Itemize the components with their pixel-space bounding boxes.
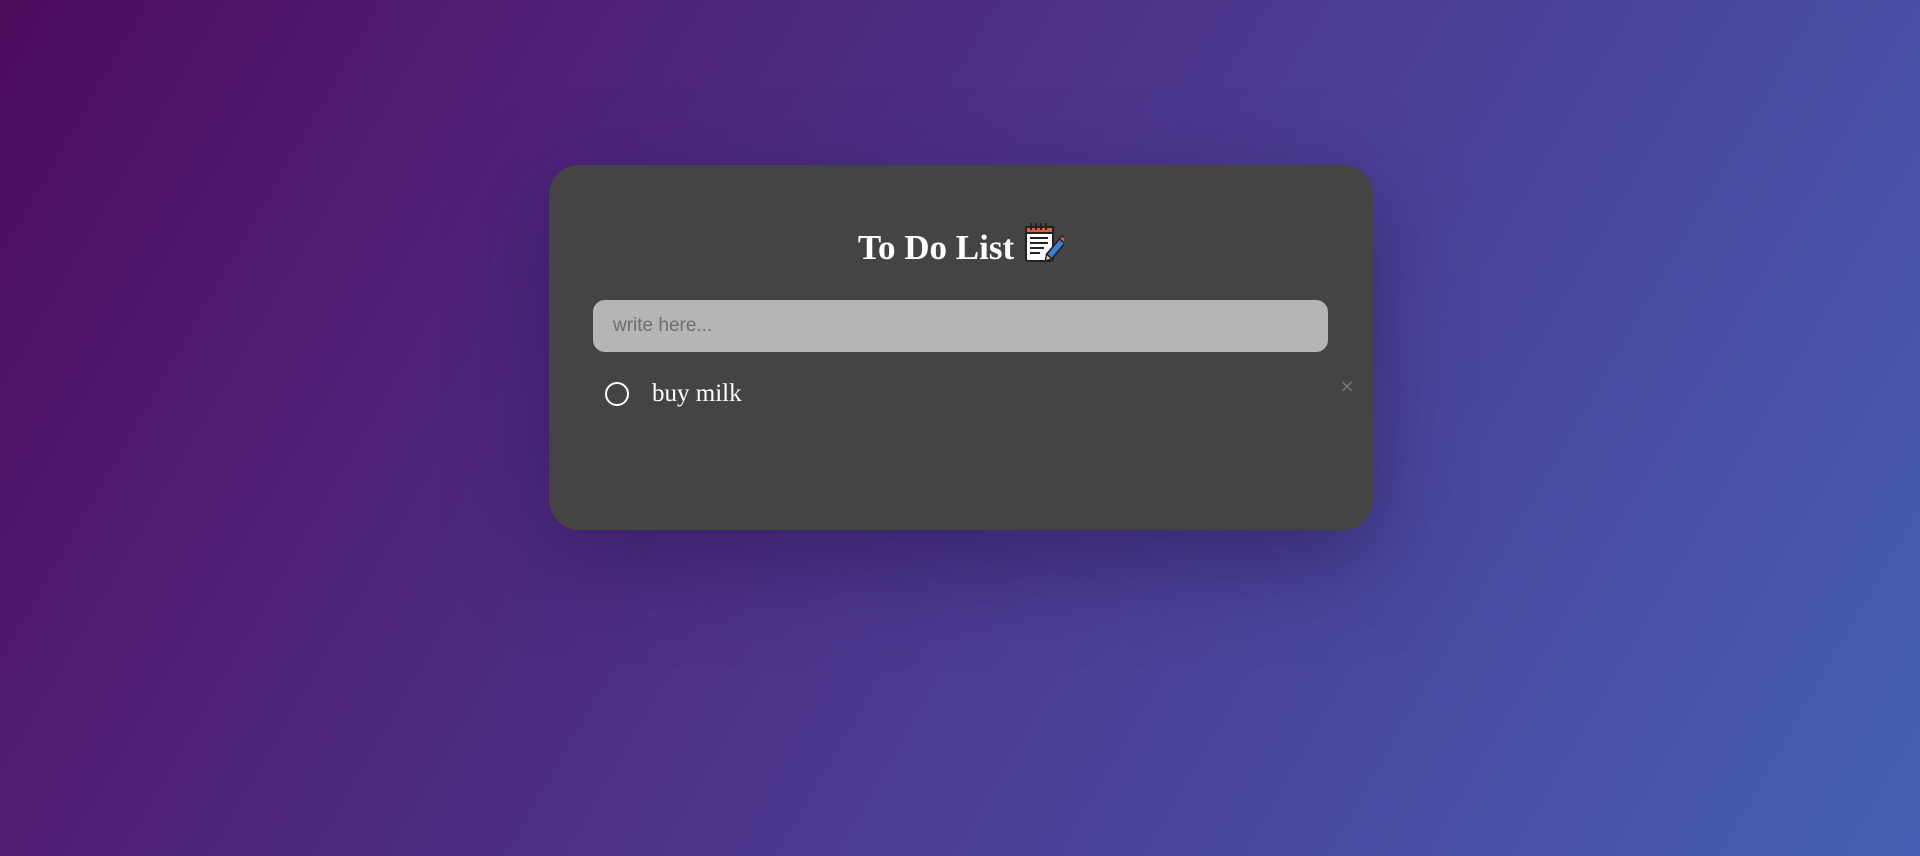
todo-item-text: buy milk — [652, 380, 742, 407]
todo-card: To Do List write here... buy milk × — [549, 165, 1373, 530]
page-title: To Do List — [549, 222, 1373, 277]
title-text: To Do List — [857, 228, 1015, 268]
notepad-icon — [1024, 222, 1069, 274]
todo-input[interactable] — [593, 300, 1328, 352]
todo-list-item[interactable]: buy milk × — [605, 377, 1355, 417]
checkbox-circle-icon[interactable] — [605, 382, 629, 406]
delete-button[interactable]: × — [1337, 377, 1357, 397]
